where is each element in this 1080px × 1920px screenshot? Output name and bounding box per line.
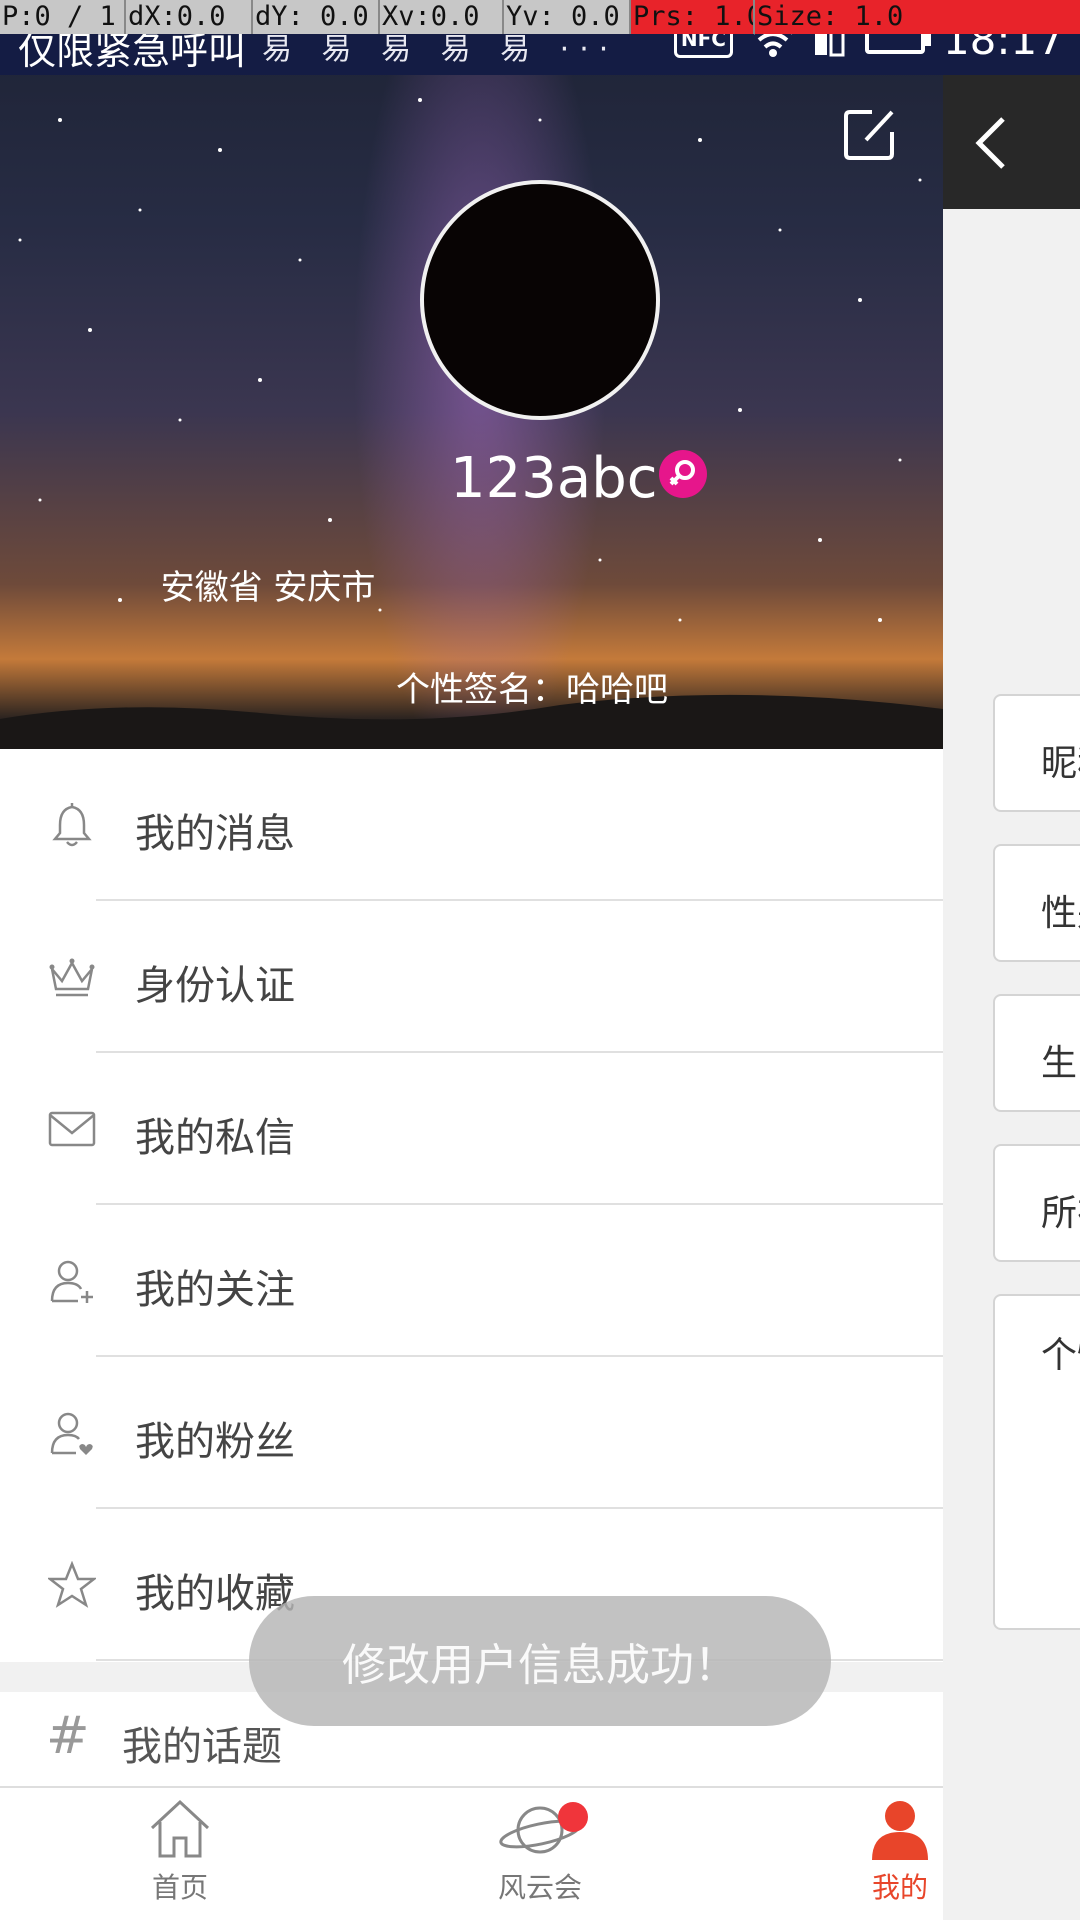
avatar[interactable] [420,180,660,420]
signature-text: 个性签名：哈哈吧 [396,670,668,710]
menu-item-label: 我的话题 [122,1724,282,1770]
debug-p: P:0 / 1 [2,1,116,32]
edit-profile-panel: 昵称 性别 生日 所在 个性 [943,0,1080,1920]
menu-item-verification[interactable]: 身份认证 [0,901,943,1053]
debug-dx: dX:0.0 [124,0,251,34]
location-text: 安徽省 安庆市 [0,560,943,609]
nav-fengyunhui[interactable]: 风云会 [460,1798,620,1918]
profile-icon [872,1801,928,1860]
female-gender-icon [659,450,707,498]
nav-mine[interactable]: 我的 [820,1798,980,1918]
debug-prs: Prs: 1.0 [629,0,753,34]
notification-badge [558,1802,588,1832]
menu-item-label: 我的关注 [135,1267,295,1313]
hash-icon: # [46,1706,90,1766]
menu-item-messages[interactable]: 我的消息 [0,749,943,901]
screen: P:0 / 1 dX:0.0 dY: 0.0 Xv:0.0 Yv: 0.0 Pr… [0,0,1080,1920]
toast-message: 修改用户信息成功！ [249,1596,831,1726]
home-icon [150,1799,210,1858]
menu-item-label: 身份认证 [135,963,295,1009]
menu-item-label: 我的粉丝 [135,1419,295,1465]
drawer-menu: 我的消息 身份认证 我的私信 我的关注 我的粉丝 我的收藏 [0,749,943,1661]
profile-header: 123abc 安徽省 安庆市 个性签名：哈哈吧 [0,0,943,749]
bell-icon [52,803,92,847]
field-label: 性别 [1041,893,1080,934]
star-icon [48,1561,96,1608]
nav-home[interactable]: 首页 [100,1798,260,1918]
user-plus-icon [50,1260,93,1303]
location-field[interactable]: 所在 [993,1144,1080,1262]
menu-item-label: 我的消息 [135,811,295,857]
menu-item-fans[interactable]: 我的粉丝 [0,1357,943,1509]
nav-label: 首页 [151,1871,208,1904]
gender-field[interactable]: 性别 [993,844,1080,962]
mail-icon [48,1111,96,1147]
menu-item-private-messages[interactable]: 我的私信 [0,1053,943,1205]
edit-profile-header [943,75,1080,209]
location-value: 安徽省 安庆市 [160,568,376,608]
debug-yv: Yv: 0.0 [502,0,629,34]
nav-label: 风云会 [497,1871,582,1904]
back-arrow-icon[interactable] [973,115,1009,171]
user-heart-icon [50,1412,93,1455]
signature-field[interactable]: 个性 [993,1294,1080,1630]
menu-item-label: 我的收藏 [135,1571,295,1617]
nickname-field[interactable]: 昵称 [993,694,1080,812]
menu-item-label: 我的私信 [135,1115,295,1161]
debug-xv: Xv:0.0 [378,0,502,34]
bottom-navigation: 首页 风云会 我的 [0,1786,943,1920]
field-label: 个性 [1041,1335,1080,1376]
birthday-field[interactable]: 生日 [993,994,1080,1112]
field-label: 生日 [1041,1043,1080,1084]
crown-icon [49,958,95,997]
field-label: 所在 [1041,1193,1080,1234]
field-label: 昵称 [1041,743,1080,784]
pointer-debug-bar: P:0 / 1 dX:0.0 dY: 0.0 Xv:0.0 Yv: 0.0 Pr… [0,0,1080,34]
debug-size: Size: 1.0 [753,0,1080,34]
debug-dy: dY: 0.0 [251,0,378,34]
nav-label: 我的 [871,1871,928,1904]
username: 123abc [450,446,658,511]
menu-item-following[interactable]: 我的关注 [0,1205,943,1357]
edit-icon[interactable] [842,106,898,162]
